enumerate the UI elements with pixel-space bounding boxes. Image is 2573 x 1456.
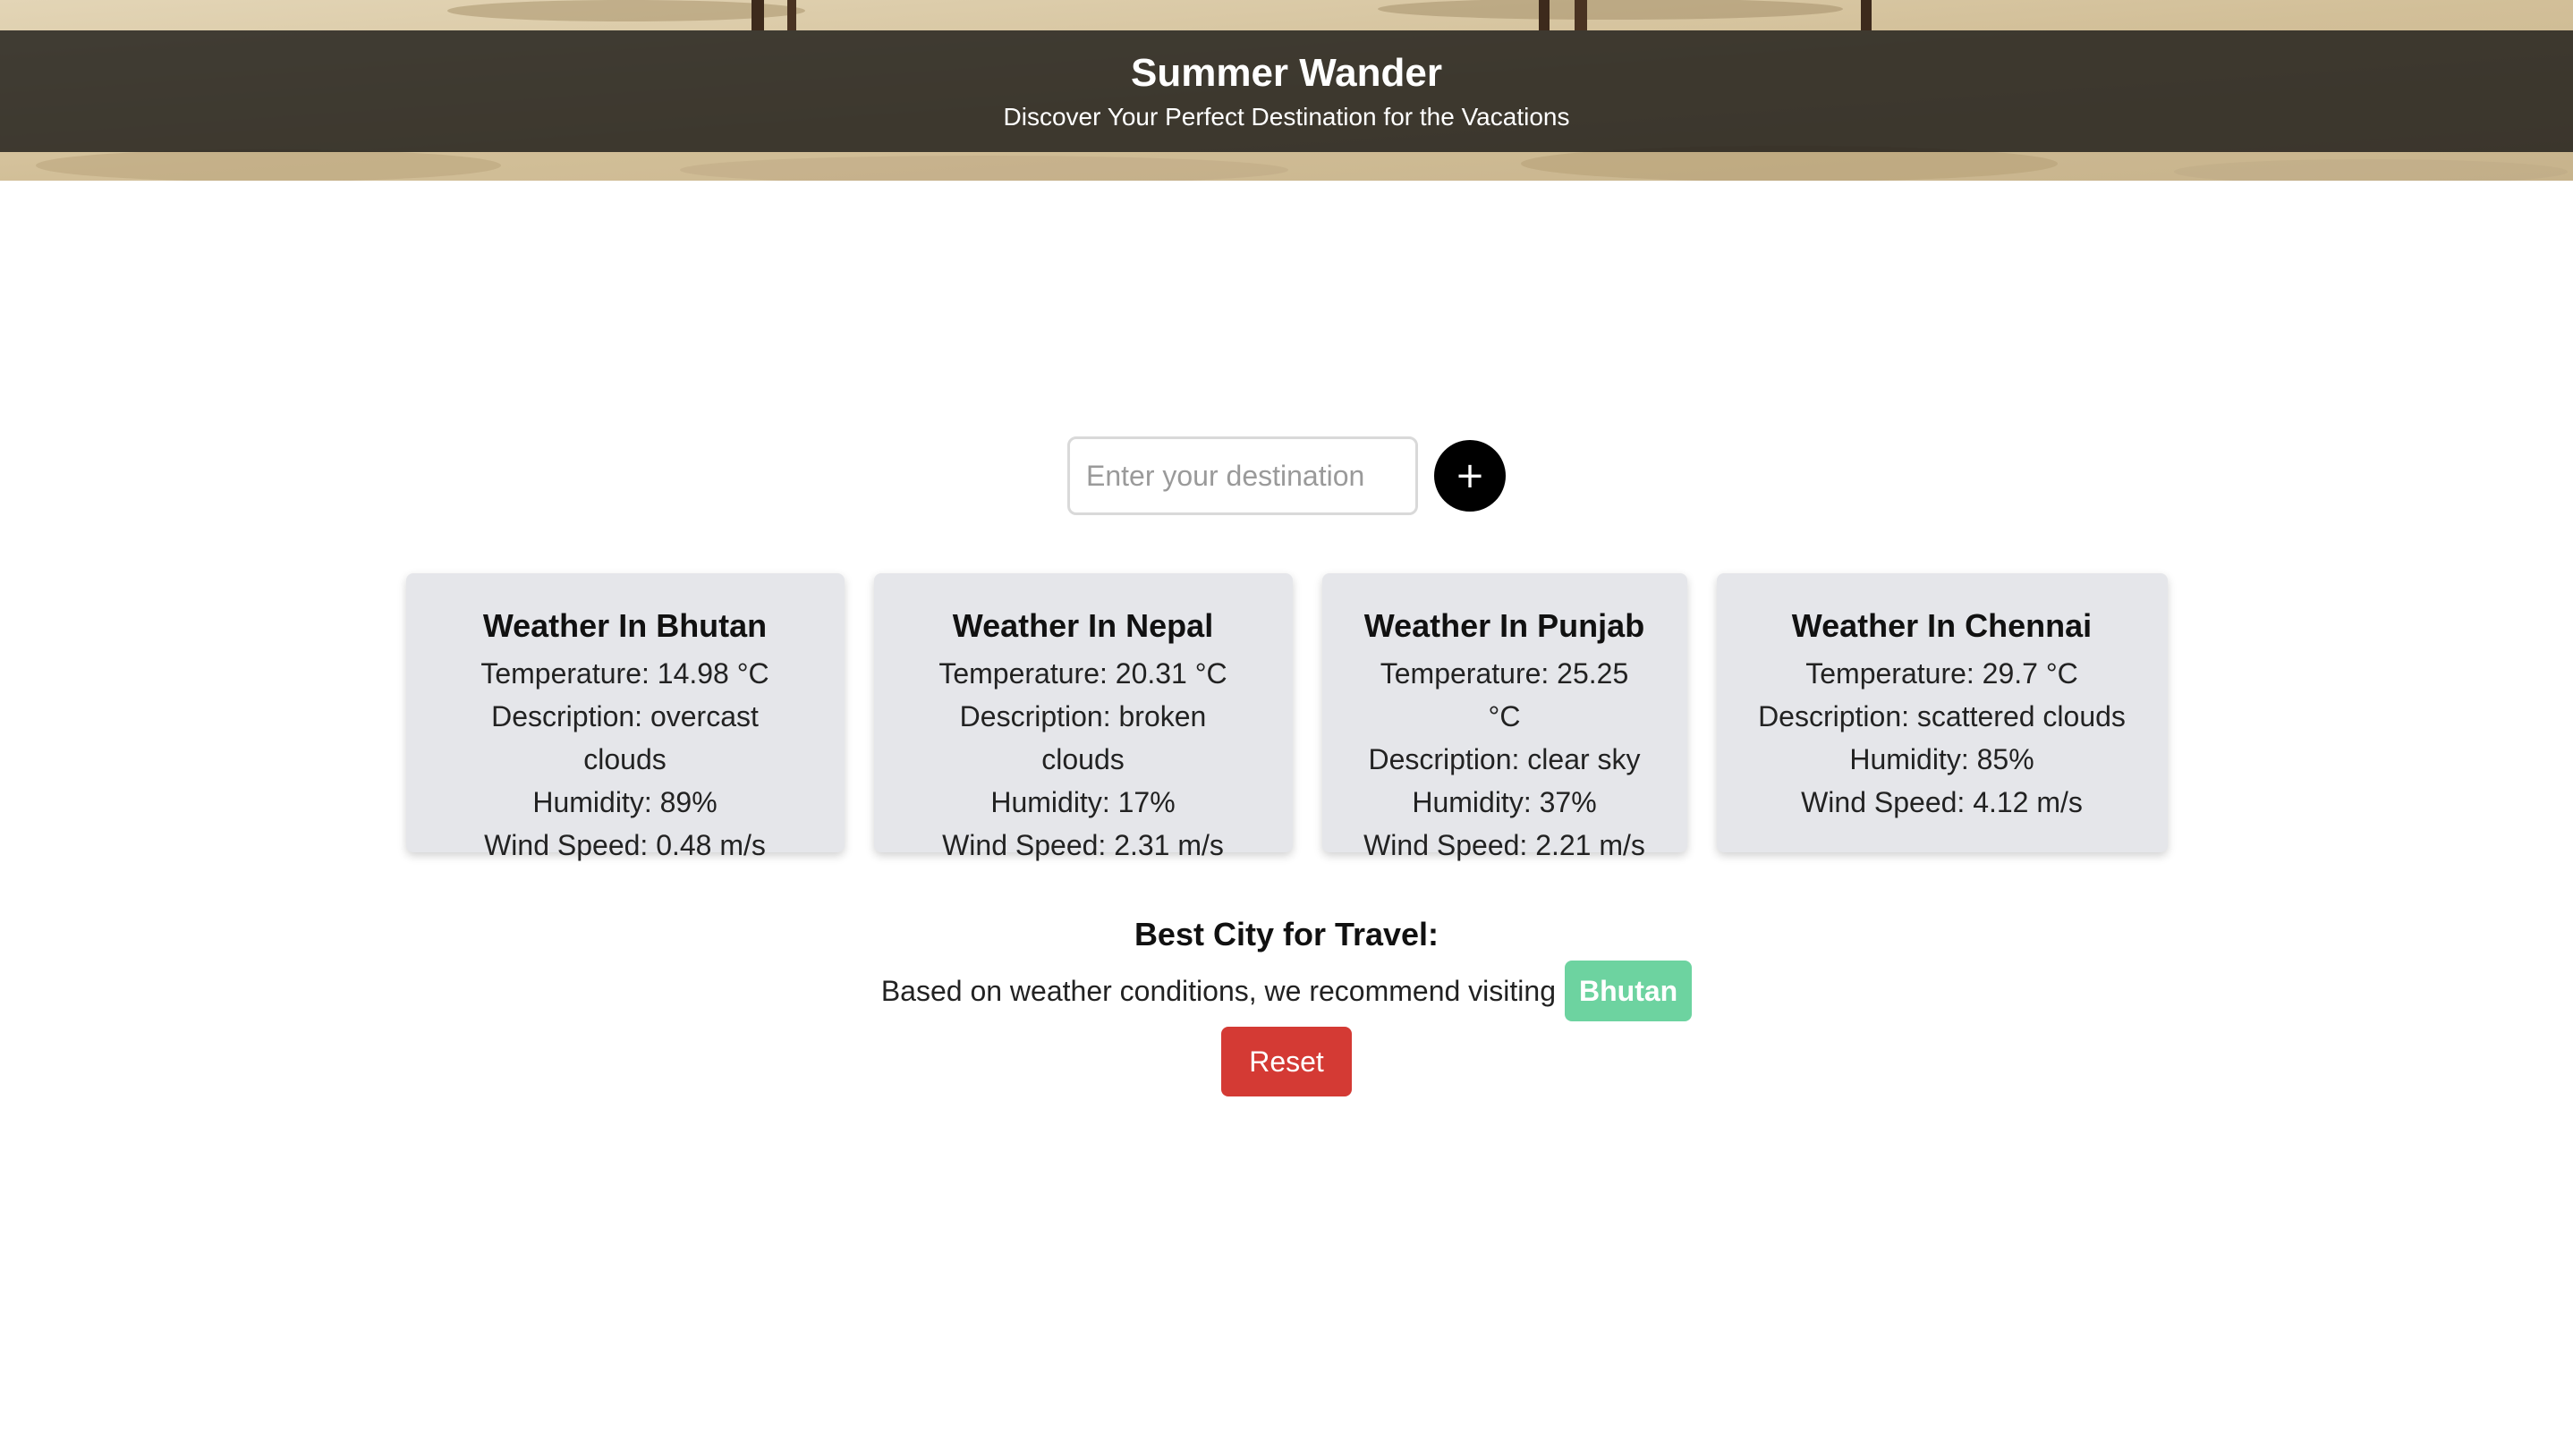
card-wind-speed: Wind Speed: 2.31 m/s [942,829,1224,861]
card-humidity: Humidity: 37% [1412,786,1597,818]
card-title: Weather In Punjab [1363,607,1645,644]
best-city-title: Best City for Travel: [1134,916,1439,952]
card-wind-speed: Wind Speed: 4.12 m/s [1801,786,2083,818]
card-description: Description: scattered clouds [1758,700,2126,732]
card-humidity: Humidity: 17% [990,786,1176,818]
recommendation-text: Based on weather conditions, we recommen… [880,974,1556,1007]
card-wind-speed: Wind Speed: 2.21 m/s [1363,829,1645,861]
reset-button[interactable]: Reset [1221,1027,1352,1096]
card-wind-speed: Wind Speed: 0.48 m/s [484,829,766,861]
card-title: Weather In Chennai [1791,607,2093,644]
recommended-city-badge: Bhutan [1564,961,1693,1021]
best-city-section: Best City for Travel: Based on weather c… [0,910,2573,1096]
search-row: + [0,436,2573,515]
card-description: Description: clear sky [1368,743,1641,775]
destination-input[interactable] [1067,436,1418,515]
weather-card-punjab: Weather In Punjab Temperature: 25.25 °C … [1321,573,1687,861]
header-overlay: Summer Wander Discover Your Perfect Dest… [0,30,2573,152]
weather-card-chennai: Weather In Chennai Temperature: 29.7 °C … [1716,573,2168,852]
card-humidity: Humidity: 89% [532,786,718,818]
card-temperature: Temperature: 29.7 °C [1805,657,2078,690]
card-humidity: Humidity: 85% [1849,743,2034,775]
recommendation-line: Based on weather conditions, we recommen… [0,961,2573,1021]
weather-card-bhutan: Weather In Bhutan Temperature: 14.98 °C … [405,573,845,861]
card-temperature: Temperature: 25.25 °C [1380,657,1629,732]
card-temperature: Temperature: 20.31 °C [938,657,1227,690]
card-description: Description: overcast clouds [491,700,759,775]
weather-card-nepal: Weather In Nepal Temperature: 20.31 °C D… [873,573,1293,861]
site-title: Summer Wander [1130,51,1442,95]
site-subtitle: Discover Your Perfect Destination for th… [1003,103,1570,131]
card-title: Weather In Bhutan [482,607,768,644]
header-banner: Summer Wander Discover Your Perfect Dest… [0,0,2573,181]
plus-icon: + [1455,455,1485,496]
card-temperature: Temperature: 14.98 °C [480,657,769,690]
card-title: Weather In Nepal [952,607,1214,644]
add-destination-button[interactable]: + [1434,440,1506,512]
card-description: Description: broken clouds [959,700,1207,775]
weather-cards: Weather In Bhutan Temperature: 14.98 °C … [0,573,2573,861]
